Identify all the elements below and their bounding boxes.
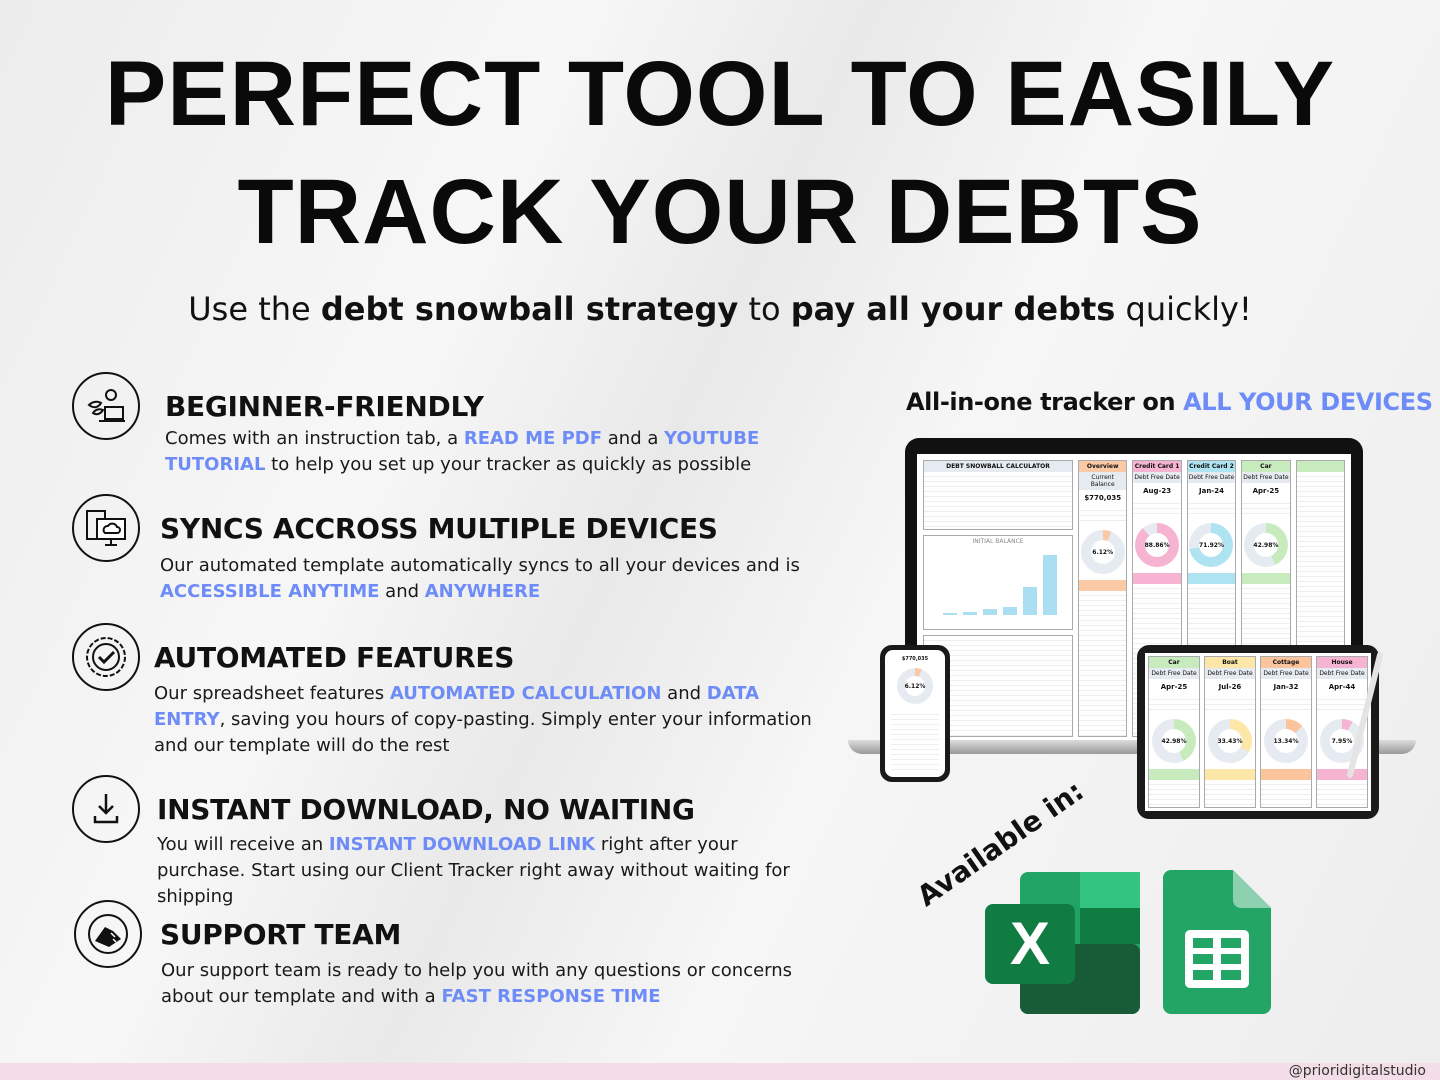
calculator-title: DEBT SNOWBALL CALCULATOR <box>924 461 1072 472</box>
progress-donut: 42.98% <box>1243 523 1288 567</box>
tagline-highlight: ALL YOUR DEVICES <box>1183 388 1433 416</box>
card-label: Debt Free Date <box>1133 472 1181 483</box>
feature-highlight: READ ME PDF <box>463 428 603 449</box>
card-value: Jan-24 <box>1199 487 1224 495</box>
person-laptop-plant-icon <box>72 372 140 440</box>
phone-balance: $770,035 <box>901 656 929 662</box>
card-label: Debt Free Date <box>1149 668 1199 679</box>
excel-icon: X <box>985 872 1140 1014</box>
donut-label: 33.43% <box>1218 729 1243 753</box>
debt-card: Car Debt Free Date Apr-25 42.98% <box>1148 656 1200 808</box>
feature-title: AUTOMATED FEATURES <box>154 641 515 674</box>
footer-strip <box>0 1063 1440 1080</box>
feature-title: SYNCS ACCROSS MULTIPLE DEVICES <box>160 512 718 545</box>
feature-text: , saving you hours of copy-pasting. Simp… <box>154 709 812 756</box>
card-title: Car <box>1149 657 1199 668</box>
progress-donut: 42.98% <box>1152 719 1196 763</box>
feature-text: You will receive an <box>157 834 329 855</box>
card-label: Current Balance <box>1079 472 1127 490</box>
card-title: Overview <box>1079 461 1127 472</box>
headline-line-2: TRACK YOUR DEBTS <box>237 161 1203 263</box>
feature-text: and <box>379 581 425 602</box>
google-sheets-icon <box>1163 870 1271 1014</box>
feature-description: Comes with an instruction tab, a READ ME… <box>165 426 825 478</box>
progress-donut: 13.34% <box>1264 719 1308 763</box>
card-value: Apr-25 <box>1160 683 1188 691</box>
card-value: Apr-25 <box>1252 487 1280 495</box>
progress-donut: 88.86% <box>1135 523 1180 567</box>
card-title: Credit Card 1 <box>1133 461 1181 472</box>
donut-label: 88.86% <box>1145 533 1170 557</box>
feature-text: and a <box>602 428 665 449</box>
debt-card: Cottage Debt Free Date Jan-32 13.34% <box>1260 656 1312 808</box>
feature-highlight: ACCESSIBLE ANYTIME <box>160 581 380 602</box>
donut-label: 71.92% <box>1199 533 1224 557</box>
subtitle-text: Use the <box>188 290 321 328</box>
subtitle-bold: debt snowball strategy <box>320 290 739 328</box>
card-label: Debt Free Date <box>1242 472 1290 483</box>
chart-title: INITIAL BALANCE <box>972 538 1024 545</box>
balance-bar-chart <box>943 555 1057 615</box>
feature-highlight: ANYWHERE <box>424 581 541 602</box>
progress-donut: 6.12% <box>1080 530 1125 574</box>
feature-highlight: AUTOMATED CALCULATION <box>389 683 662 704</box>
subtitle-text: to <box>738 290 791 328</box>
card-value: Aug-23 <box>1143 487 1172 495</box>
feature-description: Our automated template automatically syn… <box>160 553 820 605</box>
feature-highlight: INSTANT DOWNLOAD LINK <box>328 834 596 855</box>
progress-donut: 71.92% <box>1189 523 1234 567</box>
feature-highlight: FAST RESPONSE TIME <box>441 986 661 1007</box>
gear-check-icon <box>72 623 140 691</box>
phone-mockup: $770,035 6.12% <box>880 645 950 782</box>
headline-line-1: PERFECT TOOL TO EASILY <box>104 43 1336 145</box>
card-label: Debt Free Date <box>1187 472 1236 483</box>
card-title: Cottage <box>1261 657 1311 668</box>
devices-sync-cloud-icon <box>72 494 140 562</box>
card-label: Debt Free Date <box>1205 668 1255 679</box>
feature-text: Our automated template automatically syn… <box>160 555 800 576</box>
devices-tagline: All-in-one tracker on ALL YOUR DEVICES <box>906 388 1433 416</box>
subtitle: Use the debt snowball strategy to pay al… <box>0 290 1440 328</box>
stylus-pen <box>1347 652 1383 778</box>
donut-label: 42.98% <box>1253 533 1278 557</box>
feature-title: BEGINNER-FRIENDLY <box>165 390 484 423</box>
debt-card: Boat Debt Free Date Jul-26 33.43% <box>1204 656 1256 808</box>
feature-title: SUPPORT TEAM <box>160 918 402 951</box>
feature-title: INSTANT DOWNLOAD, NO WAITING <box>157 793 695 826</box>
footer-handle: @prioridigitalstudio <box>1288 1063 1426 1079</box>
excel-letter: X <box>1010 910 1050 977</box>
feature-text: Our spreadsheet features <box>154 683 390 704</box>
tagline-text: All-in-one tracker on <box>906 388 1184 416</box>
card-value: $770,035 <box>1084 494 1122 502</box>
card-title: Boat <box>1205 657 1255 668</box>
progress-donut: 33.43% <box>1208 719 1252 763</box>
feature-text: Comes with an instruction tab, a <box>165 428 464 449</box>
feature-description: You will receive an INSTANT DOWNLOAD LIN… <box>157 832 817 910</box>
subtitle-bold: pay all your debts <box>790 290 1116 328</box>
feature-description: Our spreadsheet features AUTOMATED CALCU… <box>154 681 814 759</box>
feature-text: and <box>661 683 707 704</box>
download-icon <box>72 775 140 843</box>
debt-card: Overview Current Balance $770,035 6.12% <box>1078 460 1128 737</box>
subtitle-text: quickly! <box>1115 290 1252 328</box>
donut-label: 6.12% <box>1090 540 1115 564</box>
feature-description: Our support team is ready to help you wi… <box>161 958 821 1010</box>
feature-text: to help you set up your tracker as quick… <box>265 454 752 475</box>
handshake-support-icon <box>74 900 142 968</box>
card-value: Jul-26 <box>1218 683 1242 691</box>
card-label: Debt Free Date <box>1261 668 1311 679</box>
card-title: Car <box>1242 461 1290 472</box>
donut-label: 13.34% <box>1274 729 1299 753</box>
donut-label: 42.98% <box>1162 729 1187 753</box>
card-value: Jan-32 <box>1273 683 1299 691</box>
phone-donut-label: 6.12% <box>905 676 925 696</box>
card-title: Credit Card 2 <box>1187 461 1236 472</box>
